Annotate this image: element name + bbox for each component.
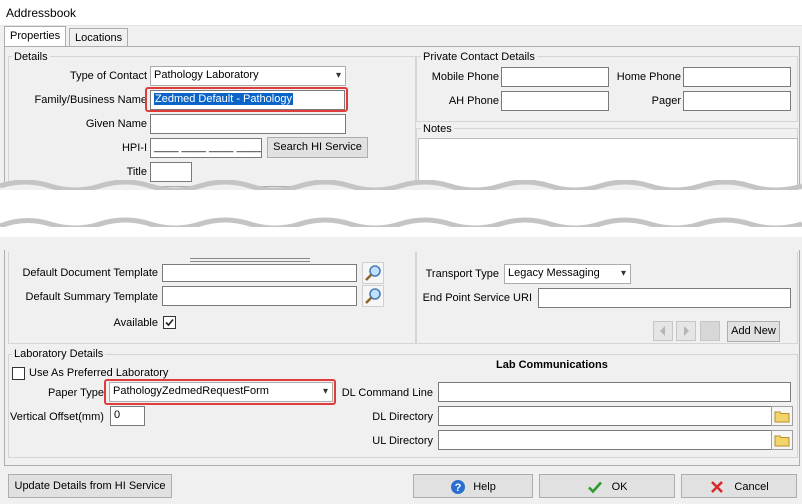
- default-summary-template-label: Default Summary Template: [25, 291, 158, 303]
- home-phone-label: Home Phone: [616, 71, 681, 83]
- transport-type-select[interactable]: Legacy Messaging ▾: [504, 264, 631, 284]
- dl-command-line-label: DL Command Line: [341, 387, 433, 399]
- end-point-uri-label: End Point Service URI: [422, 292, 532, 304]
- type-of-contact-label: Type of Contact: [69, 70, 147, 82]
- add-new-button[interactable]: Add New: [727, 321, 780, 342]
- dl-directory-field[interactable]: [438, 406, 772, 426]
- cancel-label: Cancel: [734, 481, 769, 493]
- search-hi-service-button[interactable]: Search HI Service: [267, 137, 368, 158]
- paper-type-select[interactable]: PathologyZedmedRequestForm ▾: [109, 382, 333, 402]
- default-summary-template-field[interactable]: [162, 286, 357, 306]
- family-name-label: Family/Business Name: [34, 94, 147, 106]
- preferred-lab-label: Use As Preferred Laboratory: [29, 367, 169, 379]
- private-contact-legend: Private Contact Details: [421, 51, 537, 63]
- help-icon: ?: [451, 480, 466, 494]
- paper-type-value: PathologyZedmedRequestForm: [113, 385, 269, 397]
- notes-legend: Notes: [421, 123, 454, 135]
- dl-command-line-field[interactable]: [438, 382, 791, 402]
- preferred-lab-checkbox[interactable]: [12, 367, 25, 380]
- home-phone-field[interactable]: [683, 67, 791, 87]
- ok-button[interactable]: OK: [539, 474, 675, 498]
- title-bar: Addressbook: [0, 0, 802, 26]
- vertical-offset-label: Vertical Offset(mm): [10, 411, 104, 423]
- folder-icon: [774, 435, 790, 447]
- folder-icon: [774, 411, 790, 423]
- help-label: Help: [473, 481, 496, 493]
- given-name-field[interactable]: [150, 114, 346, 134]
- available-label: Available: [113, 317, 158, 329]
- available-checkbox[interactable]: [163, 316, 176, 329]
- nav-next-button[interactable]: [676, 321, 696, 341]
- mobile-phone-label: Mobile Phone: [431, 71, 499, 83]
- chevron-right-icon: [684, 326, 689, 336]
- given-name-label: Given Name: [85, 118, 147, 130]
- torn-gap: [0, 227, 802, 237]
- tab-locations[interactable]: Locations: [69, 28, 129, 47]
- private-contact-group: [416, 56, 798, 122]
- window-title: Addressbook: [6, 6, 77, 20]
- chevron-down-icon: ▾: [335, 70, 341, 81]
- transport-type-value: Legacy Messaging: [508, 267, 600, 279]
- ok-label: OK: [611, 481, 628, 493]
- ah-phone-field[interactable]: [501, 91, 609, 111]
- chevron-left-icon: [660, 326, 665, 336]
- cut-field-fragment: [190, 258, 310, 262]
- torn-edge-divider: [0, 180, 802, 250]
- tab-properties[interactable]: Properties: [4, 26, 67, 47]
- transport-type-label: Transport Type: [425, 268, 499, 280]
- pager-label: Pager: [651, 95, 681, 107]
- ah-phone-label: AH Phone: [448, 95, 499, 107]
- title-field[interactable]: [150, 162, 192, 182]
- close-icon: [711, 481, 724, 493]
- checkmark-icon: [165, 318, 174, 327]
- type-of-contact-value: Pathology Laboratory: [154, 69, 259, 81]
- laboratory-legend: Laboratory Details: [12, 348, 106, 360]
- family-name-value: Zedmed Default - Pathology: [154, 93, 293, 105]
- dl-directory-browse-button[interactable]: [771, 406, 793, 426]
- default-document-template-field[interactable]: [162, 264, 357, 282]
- chevron-down-icon: ▾: [620, 268, 626, 279]
- mobile-phone-field[interactable]: [501, 67, 609, 87]
- cancel-button[interactable]: Cancel: [681, 474, 797, 498]
- ul-directory-browse-button[interactable]: [771, 430, 793, 450]
- details-legend: Details: [12, 51, 50, 63]
- family-name-field[interactable]: Zedmed Default - Pathology: [150, 90, 345, 110]
- pager-field[interactable]: [683, 91, 791, 111]
- type-of-contact-select[interactable]: Pathology Laboratory ▾: [150, 66, 346, 86]
- document-template-browse-button[interactable]: [362, 262, 384, 284]
- magnifier-icon: [365, 265, 381, 281]
- magnifier-icon: [365, 288, 381, 304]
- hpi-i-field[interactable]: ____ ____ ____ ____: [150, 138, 262, 158]
- dl-directory-label: DL Directory: [372, 411, 433, 423]
- title-label: Title: [126, 166, 147, 178]
- nav-blank-button[interactable]: [700, 321, 720, 341]
- lab-communications-heading: Lab Communications: [496, 359, 608, 371]
- end-point-uri-field[interactable]: [538, 288, 791, 308]
- help-button[interactable]: ? Help: [413, 474, 533, 498]
- checkmark-icon: [587, 481, 602, 494]
- default-document-template-label: Default Document Template: [22, 267, 158, 279]
- svg-text:?: ?: [455, 482, 462, 494]
- chevron-down-icon: ▾: [322, 386, 328, 397]
- summary-template-browse-button[interactable]: [362, 285, 384, 307]
- vertical-offset-field[interactable]: 0: [110, 406, 145, 426]
- update-from-hi-service-button[interactable]: Update Details from HI Service: [8, 474, 172, 498]
- ul-directory-field[interactable]: [438, 430, 772, 450]
- ul-directory-label: UL Directory: [372, 435, 433, 447]
- paper-type-label: Paper Type: [47, 387, 104, 399]
- nav-prev-button[interactable]: [653, 321, 673, 341]
- hpi-i-label: HPI-I: [121, 142, 147, 154]
